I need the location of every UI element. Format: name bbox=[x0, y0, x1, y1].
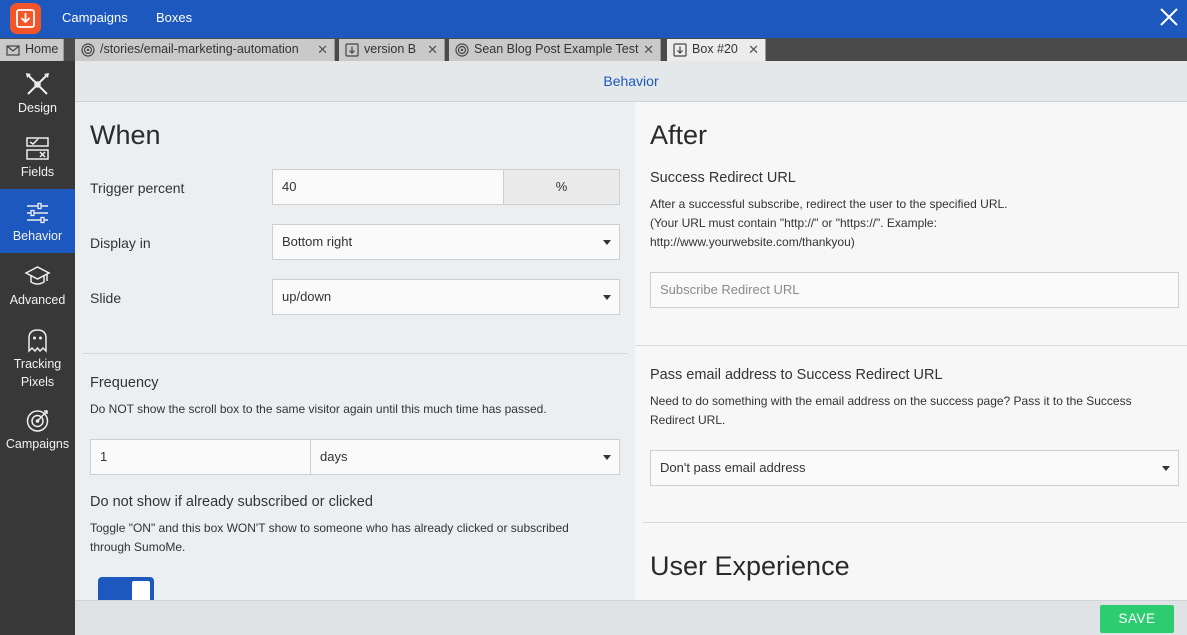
subscribed-toggle[interactable] bbox=[98, 577, 154, 600]
tab-close-icon[interactable]: ✕ bbox=[317, 39, 328, 60]
page-title: Behavior bbox=[75, 61, 1187, 102]
after-panel: After Success Redirect URL After a succe… bbox=[635, 102, 1187, 600]
sidebar: Design Fields Behavior Advanced Tracking… bbox=[0, 61, 75, 635]
close-icon[interactable] bbox=[1157, 5, 1181, 29]
tab-close-icon[interactable]: ✕ bbox=[643, 39, 654, 60]
frequency-unit-value: days bbox=[320, 449, 348, 464]
divider bbox=[643, 522, 1187, 523]
sidebar-item-label: Behavior bbox=[12, 229, 63, 243]
sidebar-item-label: Pixels bbox=[20, 375, 55, 389]
tab-label: Home bbox=[25, 42, 59, 56]
frequency-help: Do NOT show the scroll box to the same v… bbox=[90, 402, 547, 416]
sidebar-item-label: Tracking bbox=[13, 357, 62, 371]
chevron-down-icon bbox=[603, 455, 611, 460]
subscribed-help-line1: Toggle "ON" and this box WON'T show to s… bbox=[90, 521, 569, 535]
top-bar: Campaigns Boxes bbox=[0, 0, 1187, 38]
display-in-value: Bottom right bbox=[282, 234, 353, 249]
tab-strip: Home /stories/email-marketing-automation… bbox=[0, 38, 1187, 61]
download-arrow-icon[interactable] bbox=[10, 3, 41, 34]
frequency-heading: Frequency bbox=[90, 375, 159, 391]
slide-value: up/down bbox=[282, 289, 332, 304]
pass-email-value: Don't pass email address bbox=[660, 460, 806, 475]
when-heading: When bbox=[90, 120, 161, 150]
sidebar-item-design[interactable]: Design bbox=[0, 61, 75, 125]
save-button[interactable]: SAVE bbox=[1100, 605, 1174, 633]
redirect-heading: Success Redirect URL bbox=[650, 170, 796, 186]
sidebar-item-label: Design bbox=[18, 101, 57, 115]
redirect-help-line1: After a successful subscribe, redirect t… bbox=[650, 197, 1008, 211]
nav-campaigns[interactable]: Campaigns bbox=[62, 0, 128, 38]
target-icon bbox=[81, 43, 95, 57]
divider bbox=[83, 353, 628, 354]
ghost-icon bbox=[28, 329, 47, 353]
pass-email-help-line2: Redirect URL. bbox=[650, 413, 726, 427]
tab-label: version B bbox=[364, 42, 417, 56]
tab-sean-blog-post[interactable]: Sean Blog Post Example Test ✕ bbox=[449, 39, 661, 61]
subscribed-heading: Do not show if already subscribed or cli… bbox=[90, 494, 373, 510]
sidebar-item-fields[interactable]: Fields bbox=[0, 125, 75, 189]
sidebar-item-label: Advanced bbox=[9, 293, 66, 307]
sidebar-item-tracking-pixels[interactable]: Tracking Pixels bbox=[0, 317, 75, 397]
chevron-down-icon bbox=[1162, 466, 1170, 471]
tab-label: Sean Blog Post Example Test bbox=[474, 42, 639, 56]
trigger-percent-input[interactable]: 40 bbox=[272, 169, 504, 205]
when-panel: When Trigger percent 40 % Display in Bot… bbox=[75, 102, 635, 600]
sliders-icon bbox=[27, 202, 48, 224]
tab-label: Box #20 bbox=[692, 42, 738, 56]
pass-email-heading: Pass email address to Success Redirect U… bbox=[650, 367, 943, 383]
tab-box-20[interactable]: Box #20 ✕ bbox=[667, 39, 766, 61]
frequency-unit-select[interactable]: days bbox=[310, 439, 620, 475]
display-in-select[interactable]: Bottom right bbox=[272, 224, 620, 260]
mail-icon bbox=[6, 45, 20, 56]
sidebar-item-advanced[interactable]: Advanced bbox=[0, 253, 75, 317]
redirect-url-input[interactable]: Subscribe Redirect URL bbox=[650, 272, 1179, 308]
sidebar-item-label: Campaigns bbox=[5, 437, 70, 451]
subscribed-help-line2: through SumoMe. bbox=[90, 540, 186, 554]
chevron-down-icon bbox=[603, 295, 611, 300]
frequency-input[interactable]: 1 bbox=[90, 439, 311, 475]
display-in-label: Display in bbox=[90, 235, 151, 251]
fields-checkbox-icon bbox=[26, 137, 49, 160]
pass-email-help-line1: Need to do something with the email addr… bbox=[650, 394, 1132, 408]
percent-addon: % bbox=[503, 169, 620, 205]
chevron-down-icon bbox=[603, 240, 611, 245]
target-icon bbox=[26, 410, 49, 432]
nav-boxes[interactable]: Boxes bbox=[156, 0, 192, 38]
sidebar-item-campaigns[interactable]: Campaigns bbox=[0, 397, 75, 461]
toggle-knob bbox=[132, 581, 150, 600]
trigger-percent-label: Trigger percent bbox=[90, 180, 185, 196]
divider bbox=[635, 345, 1187, 346]
pass-email-select[interactable]: Don't pass email address bbox=[650, 450, 1179, 486]
after-heading: After bbox=[650, 120, 708, 150]
design-tools-icon bbox=[26, 73, 49, 95]
slide-label: Slide bbox=[90, 290, 122, 306]
tab-close-icon[interactable]: ✕ bbox=[748, 39, 759, 60]
tab-label: /stories/email-marketing-automation bbox=[100, 42, 299, 56]
tab-version-b[interactable]: version B ✕ bbox=[339, 39, 445, 61]
graduation-cap-icon bbox=[24, 266, 51, 285]
sidebar-item-label: Fields bbox=[20, 165, 55, 179]
bottom-bar: SAVE bbox=[75, 600, 1187, 635]
tab-home[interactable]: Home bbox=[0, 39, 64, 61]
redirect-help-line3: http://www.yourwebsite.com/thankyou) bbox=[650, 235, 855, 249]
tab-stories-email-marketing[interactable]: /stories/email-marketing-automation ✕ bbox=[75, 39, 335, 61]
sidebar-item-behavior[interactable]: Behavior bbox=[0, 189, 75, 253]
tab-close-icon[interactable]: ✕ bbox=[427, 39, 438, 60]
target-icon bbox=[455, 43, 469, 57]
download-box-icon bbox=[345, 43, 359, 57]
download-box-icon bbox=[673, 43, 687, 57]
slide-select[interactable]: up/down bbox=[272, 279, 620, 315]
user-experience-heading: User Experience bbox=[650, 551, 850, 581]
redirect-help-line2: (Your URL must contain "http://" or "htt… bbox=[650, 216, 937, 230]
